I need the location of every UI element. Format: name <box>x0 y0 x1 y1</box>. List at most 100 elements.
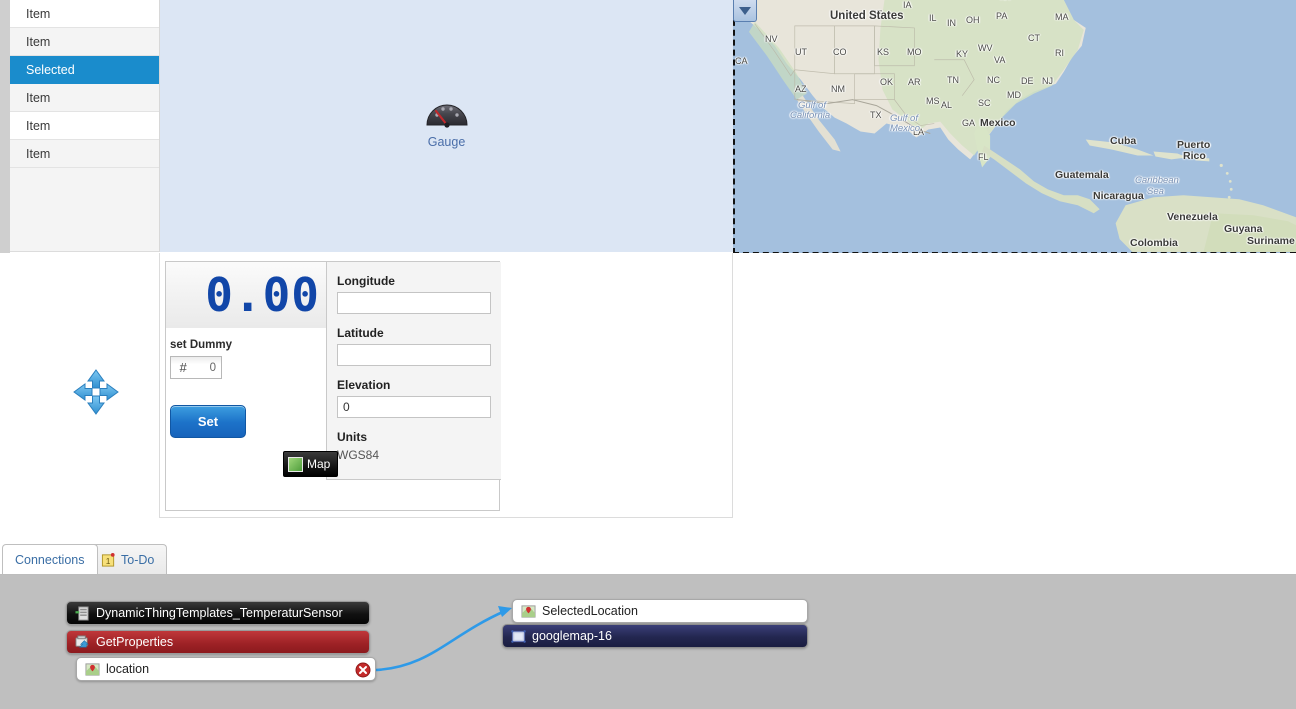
map-place-label: Rico <box>1183 150 1206 162</box>
map-place-label: Mexico <box>980 117 1016 129</box>
map-place-label: IA <box>903 0 912 10</box>
location-thumbnail-icon <box>85 662 100 676</box>
elevation-label: Elevation <box>337 378 391 392</box>
top-row: Item Item Selected Item Item Item Gauge … <box>0 0 1296 254</box>
map-place-label: KS <box>877 47 890 57</box>
map-place-label: OH <box>966 15 980 25</box>
list-item[interactable]: Item <box>10 28 159 56</box>
map-place-label: MA <box>1055 12 1069 22</box>
units-label: Units <box>337 430 367 444</box>
node-thing-label: DynamicThingTemplates_TemperaturSensor <box>96 606 343 620</box>
map-place-label: OK <box>880 77 894 87</box>
map-place-label: KY <box>956 49 969 59</box>
map-place-label: SC <box>978 98 991 108</box>
map-widget-panel[interactable]: NV CA UT AZ NM CO NE KS OK TX IA MO AR LA MS AL IL IN OH KY… <box>733 0 1296 254</box>
node-property[interactable]: location <box>76 657 376 681</box>
svg-text:1: 1 <box>106 555 111 565</box>
tab-connections-label: Connections <box>15 552 85 567</box>
map-place-label: VA <box>994 55 1006 65</box>
node-thing[interactable]: DynamicThingTemplates_TemperaturSensor <box>66 601 370 625</box>
gauge-icon <box>425 104 468 128</box>
longitude-label: Longitude <box>337 274 395 288</box>
latitude-input[interactable] <box>337 344 491 366</box>
list-item[interactable]: Item <box>10 0 159 28</box>
map-place-label: RI <box>1055 48 1064 58</box>
left-drop-zone[interactable] <box>10 253 160 518</box>
map-place-label: NJ <box>1042 76 1053 86</box>
map-place-label: NM <box>831 84 845 94</box>
map-place-label: Venezuela <box>1167 211 1218 223</box>
longitude-input[interactable] <box>337 292 491 314</box>
middle-row: 0.00 set Dummy # 0 Set Longitude Latitud… <box>0 253 1296 530</box>
sticky-note-icon: 1 <box>101 552 115 567</box>
map-button-label: Map <box>307 457 331 471</box>
set-dummy-label: set Dummy <box>170 339 232 351</box>
map-place-label: NC <box>987 75 1000 85</box>
error-x-icon[interactable] <box>355 662 371 678</box>
map-place-label: GA <box>962 118 976 128</box>
node-property-label: location <box>106 662 150 676</box>
map-place-label: TX <box>870 110 882 120</box>
gauge-value-card: 0.00 set Dummy # 0 Set Longitude Latitud… <box>165 261 501 511</box>
map-button[interactable]: Map <box>283 451 338 477</box>
map-place-label: UT <box>795 47 807 57</box>
center-widget-area: 0.00 set Dummy # 0 Set Longitude Latitud… <box>160 253 733 518</box>
map-place-label: California <box>790 110 831 121</box>
thing-icon <box>75 605 89 621</box>
bottom-tabbar: Connections 1 To-Do <box>0 544 1296 574</box>
map-place-label: Guyana <box>1224 223 1263 235</box>
node-selected-location-label: SelectedLocation <box>542 604 638 618</box>
gauge-drop-panel[interactable]: Gauge <box>160 0 733 252</box>
map-place-label: CT <box>1028 33 1040 43</box>
map-place-label: NV <box>765 34 778 44</box>
map-place-label: MD <box>1007 90 1021 100</box>
map-place-label: Colombia <box>1130 237 1178 249</box>
list-item[interactable]: Item <box>10 112 159 140</box>
map-thumbnail-icon <box>288 456 303 472</box>
right-drop-zone[interactable] <box>733 253 1296 518</box>
list-item[interactable]: Item <box>10 84 159 112</box>
service-icon <box>75 634 89 647</box>
led-display: 0.00 <box>166 262 326 328</box>
move-arrows-icon[interactable] <box>72 368 120 416</box>
elevation-input[interactable] <box>337 396 491 418</box>
list-item[interactable]: Item <box>10 140 159 168</box>
map-dropdown-button[interactable] <box>733 0 757 22</box>
node-googlemap-widget[interactable]: googlemap-16 <box>502 624 808 648</box>
map-place-label: Nicaragua <box>1093 190 1144 202</box>
gauge-widget[interactable]: Gauge <box>387 95 507 149</box>
application-root: Item Item Selected Item Item Item Gauge … <box>0 0 1296 709</box>
latitude-label: Latitude <box>337 326 384 340</box>
node-selected-location[interactable]: SelectedLocation <box>512 599 808 623</box>
map-place-label: AZ <box>795 84 807 94</box>
map-place-label: AR <box>908 77 921 87</box>
set-button[interactable]: Set <box>170 405 246 438</box>
item-list-panel[interactable]: Item Item Selected Item Item Item <box>10 0 160 252</box>
map-place-label: NY <box>1000 0 1013 2</box>
map-place-label: Suriname <box>1247 235 1295 247</box>
map-place-label: CO <box>833 47 847 57</box>
bottom-panel: Connections 1 To-Do DynamicThingTemplate… <box>0 530 1296 709</box>
location-thumbnail-icon <box>521 604 536 618</box>
map-place-label: IN <box>947 18 956 28</box>
number-hash-icon: # <box>179 360 187 375</box>
map-place-label: FL <box>978 152 989 162</box>
node-googlemap-widget-label: googlemap-16 <box>532 629 612 643</box>
units-value: WGS84 <box>337 448 380 462</box>
tab-todo[interactable]: 1 To-Do <box>88 544 168 574</box>
node-service[interactable]: GetProperties <box>66 630 370 654</box>
map-place-label: Sea <box>1147 186 1164 197</box>
map-place-label: CA <box>735 56 748 66</box>
map-place-label: PA <box>996 11 1008 21</box>
map-place-label: Caribbean <box>1135 175 1179 186</box>
connections-canvas[interactable]: DynamicThingTemplates_TemperaturSensor G… <box>0 574 1296 709</box>
list-item-selected[interactable]: Selected <box>10 56 159 84</box>
led-value: 0.00 <box>205 268 320 322</box>
tab-connections[interactable]: Connections <box>2 544 98 574</box>
map-place-label: Mexico <box>890 123 921 134</box>
map-place-label: WV <box>978 43 993 53</box>
tab-todo-label: To-Do <box>121 552 155 567</box>
dummy-number-input[interactable]: # 0 <box>170 356 222 379</box>
dummy-value: 0 <box>209 361 216 374</box>
map-place-label: Cuba <box>1110 135 1137 147</box>
